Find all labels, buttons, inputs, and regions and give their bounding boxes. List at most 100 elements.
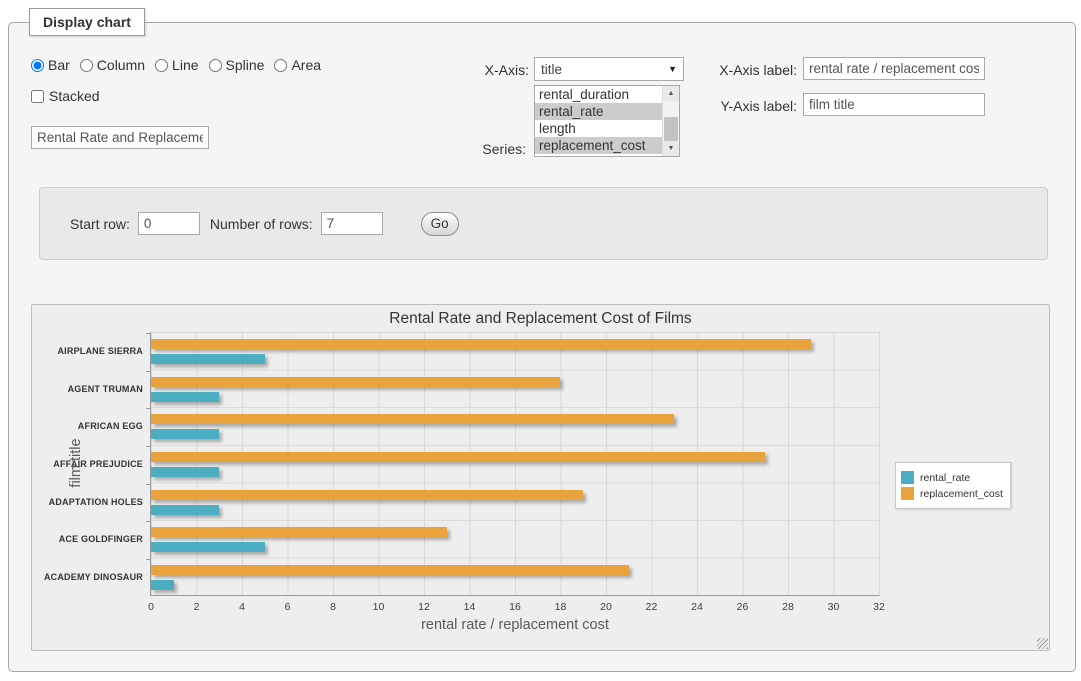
- radio-label: Area: [291, 57, 321, 73]
- radio-column[interactable]: [80, 59, 93, 72]
- radio-option-area[interactable]: Area: [274, 57, 321, 73]
- x-tick-label: 28: [776, 601, 800, 613]
- scrollbar-thumb[interactable]: [664, 117, 678, 141]
- series-options: rental_durationrental_ratelengthreplacem…: [535, 86, 662, 156]
- category-label: ACE GOLDFINGER: [35, 534, 143, 544]
- legend-label: replacement_cost: [920, 488, 1003, 500]
- y-tick-mark: [146, 521, 151, 522]
- row-range-panel: Start row: Number of rows: Go: [39, 187, 1048, 260]
- radio-spline[interactable]: [209, 59, 222, 72]
- legend-label: rental_rate: [920, 472, 970, 484]
- radio-option-line[interactable]: Line: [155, 57, 198, 73]
- legend-swatch: [901, 487, 914, 500]
- bar-rental_rate: [151, 354, 265, 364]
- category-label: ACADEMY DINOSAUR: [35, 572, 143, 582]
- x-tick-label: 2: [185, 601, 209, 613]
- x-axis-label-caption: X-Axis label:: [647, 62, 797, 78]
- bar-rental_rate: [151, 505, 219, 515]
- category-label: AIRPLANE SIERRA: [35, 346, 143, 356]
- number-of-rows-input[interactable]: [321, 212, 383, 235]
- series-option-length[interactable]: length: [535, 120, 662, 137]
- start-row-input[interactable]: [138, 212, 200, 235]
- chart-x-axis-title: rental rate / replacement cost: [150, 617, 880, 633]
- category-label: AGENT TRUMAN: [35, 384, 143, 394]
- radio-label: Line: [172, 57, 198, 73]
- stacked-label: Stacked: [49, 88, 100, 104]
- x-tick-label: 32: [867, 601, 891, 613]
- chart-title-input[interactable]: [31, 126, 209, 149]
- x-tick-label: 6: [276, 601, 300, 613]
- scroll-down-icon[interactable]: ▼: [663, 141, 679, 156]
- x-tick-label: 18: [549, 601, 573, 613]
- legend-entry-replacement_cost[interactable]: replacement_cost: [901, 487, 1003, 500]
- bar-replacement_cost: [151, 452, 765, 462]
- plot-area: AIRPLANE SIERRAAGENT TRUMANAFRICAN EGGAF…: [150, 332, 880, 596]
- y-tick-mark: [146, 446, 151, 447]
- x-tick-label: 16: [503, 601, 527, 613]
- x-tick-label: 22: [640, 601, 664, 613]
- chart-legend: rental_rate replacement_cost: [895, 462, 1011, 509]
- bar-replacement_cost: [151, 565, 629, 575]
- x-tick-label: 4: [230, 601, 254, 613]
- number-of-rows-label: Number of rows:: [210, 216, 313, 232]
- bar-rental_rate: [151, 580, 174, 590]
- x-tick-label: 20: [594, 601, 618, 613]
- display-chart-panel: Display chart BarColumnLineSplineArea St…: [8, 22, 1076, 672]
- bar-replacement_cost: [151, 377, 560, 387]
- panel-legend: Display chart: [29, 8, 145, 36]
- category-label: ADAPTATION HOLES: [35, 497, 143, 507]
- stacked-checkbox[interactable]: [31, 90, 44, 103]
- x-tick-label: 24: [685, 601, 709, 613]
- category-label: AFRICAN EGG: [35, 421, 143, 431]
- radio-area[interactable]: [274, 59, 287, 72]
- bar-rental_rate: [151, 429, 219, 439]
- series-option-rental_duration[interactable]: rental_duration: [535, 86, 662, 103]
- radio-option-column[interactable]: Column: [80, 57, 145, 73]
- legend-swatch: [901, 471, 914, 484]
- bar-rental_rate: [151, 467, 219, 477]
- x-axis-label-input[interactable]: [803, 57, 985, 80]
- chart-type-radio-group: Bar Column Line Spline Area: [31, 57, 329, 73]
- x-tick-label: 10: [367, 601, 391, 613]
- x-tick-label: 0: [139, 601, 163, 613]
- radio-line[interactable]: [155, 59, 168, 72]
- series-multiselect[interactable]: rental_durationrental_ratelengthreplacem…: [534, 85, 680, 157]
- y-tick-mark: [146, 484, 151, 485]
- bar-rental_rate: [151, 542, 265, 552]
- radio-bar[interactable]: [31, 59, 44, 72]
- category-label: AFFAIR PREJUDICE: [35, 459, 143, 469]
- y-tick-mark: [146, 408, 151, 409]
- y-tick-mark: [146, 559, 151, 560]
- y-axis-label-caption: Y-Axis label:: [647, 98, 797, 114]
- radio-option-bar[interactable]: Bar: [31, 57, 70, 73]
- radio-option-spline[interactable]: Spline: [209, 57, 265, 73]
- series-option-rental_rate[interactable]: rental_rate: [535, 103, 662, 120]
- x-axis-select-label: X-Axis:: [409, 62, 529, 78]
- bar-rental_rate: [151, 392, 219, 402]
- x-tick-label: 8: [321, 601, 345, 613]
- bar-replacement_cost: [151, 490, 583, 500]
- radio-label: Spline: [226, 57, 265, 73]
- bar-replacement_cost: [151, 527, 447, 537]
- x-tick-label: 26: [731, 601, 755, 613]
- y-tick-mark: [146, 333, 151, 334]
- x-tick-label: 30: [822, 601, 846, 613]
- radio-label: Bar: [48, 57, 70, 73]
- bar-replacement_cost: [151, 339, 811, 349]
- series-option-replacement_cost[interactable]: replacement_cost: [535, 137, 662, 154]
- series-select-label: Series:: [406, 141, 526, 157]
- go-button[interactable]: Go: [421, 212, 459, 236]
- chart-title: Rental Rate and Replacement Cost of Film…: [32, 310, 1049, 328]
- x-axis-selected-value: title: [541, 62, 562, 77]
- bar-replacement_cost: [151, 414, 674, 424]
- chart-container: Rental Rate and Replacement Cost of Film…: [31, 304, 1050, 651]
- chart-y-axis-title: film title: [68, 438, 84, 487]
- y-tick-mark: [146, 371, 151, 372]
- radio-label: Column: [97, 57, 145, 73]
- resize-handle-icon[interactable]: [1037, 638, 1048, 649]
- y-axis-label-input[interactable]: [803, 93, 985, 116]
- start-row-label: Start row:: [70, 216, 130, 232]
- series-scrollbar[interactable]: ▲ ▼: [662, 86, 679, 156]
- legend-entry-rental_rate[interactable]: rental_rate: [901, 471, 1003, 484]
- stacked-checkbox-row: Stacked: [31, 88, 100, 104]
